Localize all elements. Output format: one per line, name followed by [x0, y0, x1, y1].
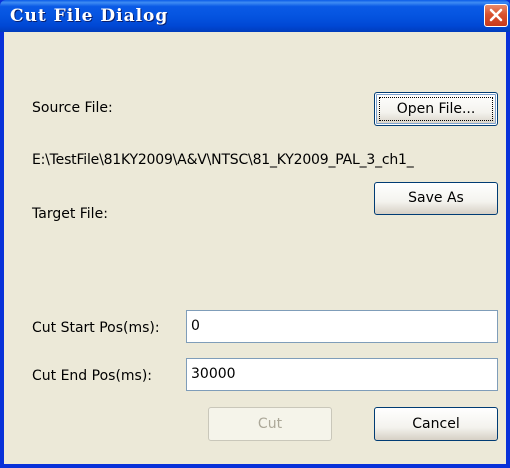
target-file-label: Target File: — [32, 206, 108, 222]
focus-rectangle — [379, 97, 493, 121]
cancel-button[interactable]: Cancel — [374, 407, 498, 441]
cut-start-label: Cut Start Pos(ms): — [32, 320, 160, 336]
open-file-button[interactable]: Open File... — [374, 92, 498, 126]
close-button[interactable] — [484, 4, 508, 27]
dialog-body: Source File: Open File... E:\TestFile\81… — [4, 32, 506, 464]
dialog-window: Cut File Dialog Source File: Open File..… — [0, 0, 510, 468]
cut-end-label: Cut End Pos(ms): — [32, 368, 153, 384]
source-file-label: Source File: — [32, 100, 113, 116]
window-title: Cut File Dialog — [10, 6, 169, 26]
cut-start-value: 0 — [191, 318, 200, 334]
cut-end-value: 30000 — [191, 366, 236, 382]
close-icon — [489, 8, 503, 22]
save-as-button-label: Save As — [408, 190, 464, 206]
cut-start-input[interactable]: 0 — [186, 310, 498, 343]
save-as-button[interactable]: Save As — [374, 182, 498, 215]
cut-button[interactable]: Cut — [208, 407, 332, 441]
source-path-text: E:\TestFile\81KY2009\A&V\NTSC\81_KY2009_… — [32, 152, 414, 168]
cut-button-label: Cut — [257, 416, 283, 432]
cancel-button-label: Cancel — [412, 416, 460, 432]
title-bar[interactable]: Cut File Dialog — [0, 0, 510, 32]
cut-end-input[interactable]: 30000 — [186, 358, 498, 391]
